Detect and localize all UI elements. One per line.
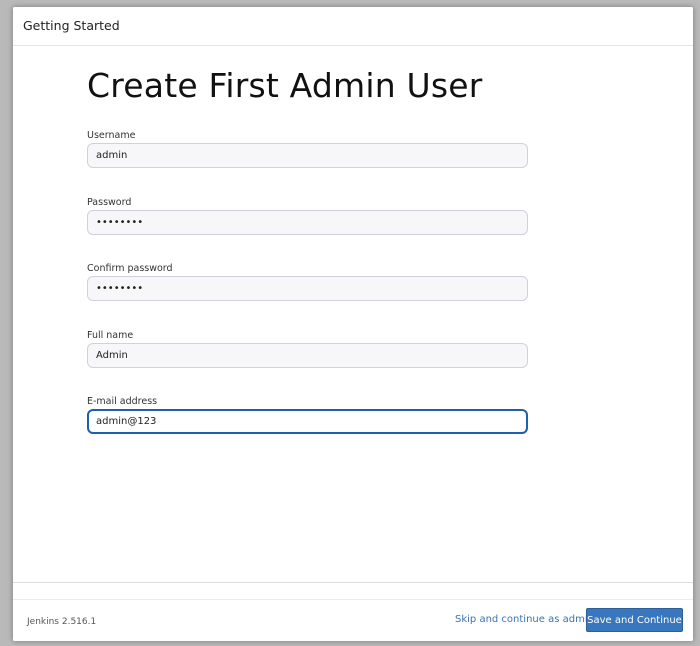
- password-label: Password: [87, 197, 132, 208]
- password-input[interactable]: [87, 210, 528, 235]
- dialog-header: Getting Started: [13, 7, 693, 46]
- confirm-password-input[interactable]: [87, 276, 528, 301]
- dialog-body: Create First Admin User Username Passwor…: [13, 46, 693, 582]
- confirm-password-label: Confirm password: [87, 263, 173, 274]
- skip-and-continue-link[interactable]: Skip and continue as admin: [455, 614, 594, 625]
- username-input[interactable]: [87, 143, 528, 168]
- email-input[interactable]: [87, 409, 528, 434]
- full-name-label: Full name: [87, 330, 134, 341]
- page-title: Create First Admin User: [87, 66, 483, 105]
- setup-wizard-dialog: Getting Started Create First Admin User …: [13, 7, 693, 641]
- full-name-input[interactable]: [87, 343, 528, 368]
- dialog-title: Getting Started: [23, 18, 120, 33]
- email-label: E-mail address: [87, 396, 158, 407]
- footer-divider: [13, 599, 693, 600]
- version-label: Jenkins 2.516.1: [27, 617, 97, 627]
- dialog-footer: Jenkins 2.516.1 Skip and continue as adm…: [13, 582, 693, 641]
- save-and-continue-button[interactable]: Save and Continue: [586, 608, 683, 632]
- username-label: Username: [87, 130, 136, 141]
